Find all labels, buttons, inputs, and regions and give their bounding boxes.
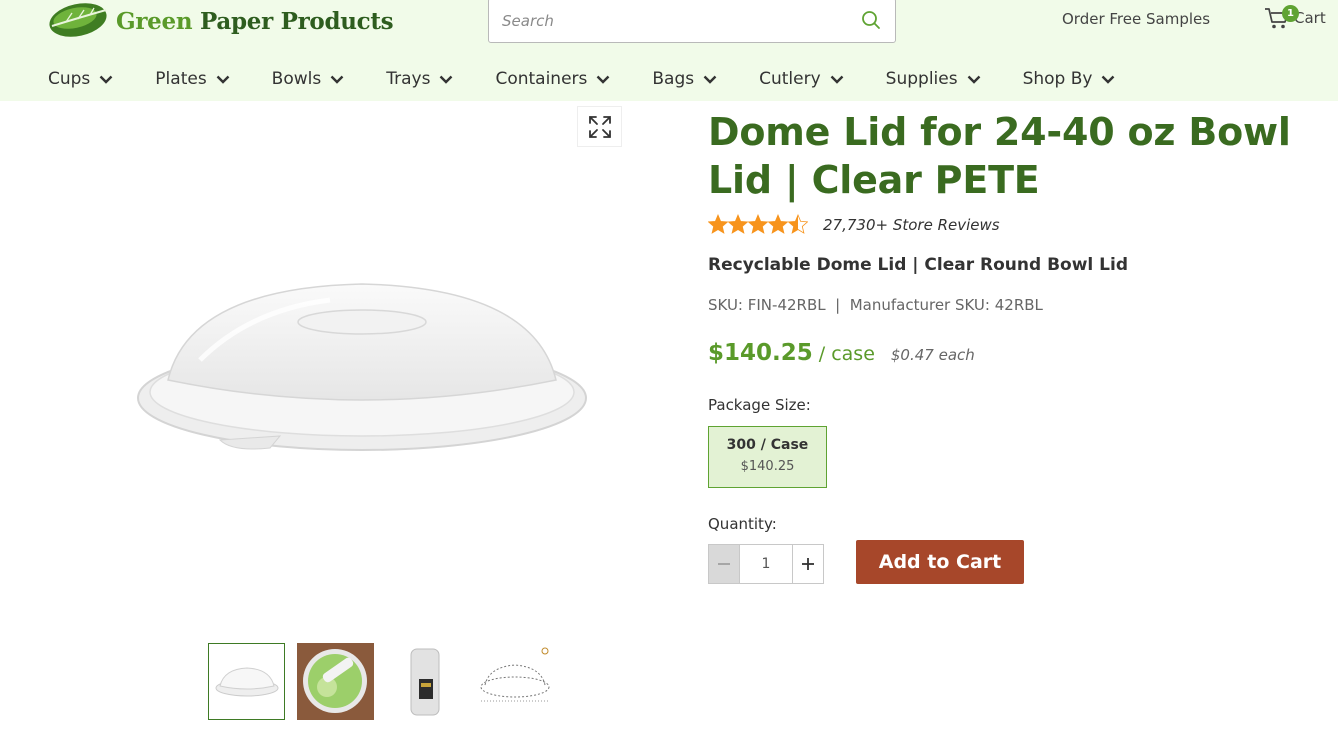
nav-item-label: Cups [48, 69, 91, 89]
nav-item-supplies[interactable]: Supplies [886, 69, 981, 89]
nav-item-label: Bowls [271, 69, 322, 89]
store-reviews-link[interactable]: 27,730+ Store Reviews [823, 216, 1000, 234]
logo-text-green: Green [116, 7, 193, 35]
search-icon[interactable] [861, 10, 881, 30]
nav-item-label: Containers [495, 69, 588, 89]
price-each: $0.47 each [890, 346, 975, 364]
logo[interactable]: Green Paper Products [48, 0, 394, 42]
star-3 [747, 214, 769, 234]
chevron-down-icon [1102, 75, 1115, 84]
search-input[interactable] [489, 0, 829, 42]
rating[interactable]: 27,730+ Store Reviews [708, 214, 1000, 236]
thumbnail-3[interactable] [386, 643, 463, 720]
chevron-down-icon [99, 75, 113, 84]
nav-item-bags[interactable]: Bags [652, 69, 717, 89]
price-row: $140.25 / case $0.47 each [708, 340, 975, 366]
star-1 [708, 214, 729, 234]
thumbnail-1[interactable] [208, 643, 285, 720]
star-rating-icon [708, 214, 808, 234]
cart-count-badge: 1 [1282, 5, 1299, 22]
chevron-down-icon [830, 75, 844, 84]
nav-item-plates[interactable]: Plates [155, 69, 230, 89]
plus-icon [802, 558, 814, 570]
star-5 [787, 214, 808, 234]
package-option-size: 300 / Case [726, 437, 809, 453]
quantity-increase-button[interactable] [792, 545, 823, 583]
nav-item-trays[interactable]: Trays [386, 69, 453, 89]
nav-item-label: Cutlery [759, 69, 821, 89]
chevron-down-icon [440, 75, 453, 84]
nav-item-cups[interactable]: Cups [48, 69, 113, 89]
expand-image-button[interactable] [577, 106, 622, 147]
chevron-down-icon [597, 75, 610, 84]
quantity-label: Quantity: [708, 515, 777, 533]
nav-item-label: Supplies [885, 69, 958, 89]
thumbnail-diagram-image [480, 647, 550, 702]
thumbnail-4[interactable] [475, 643, 552, 720]
thumbnail-stack-image [410, 648, 439, 715]
thumbnail-strip [208, 643, 564, 720]
quantity-decrease-button[interactable] [709, 545, 740, 583]
package-option-price: $140.25 [740, 459, 795, 474]
thumbnail-salad-image [297, 643, 374, 720]
package-option-300-case[interactable]: 300 / Case $140.25 [708, 426, 827, 488]
site-header: Green Paper Products Order Free Samples … [0, 0, 1338, 101]
star-2 [727, 214, 749, 234]
nav-item-label: Plates [155, 69, 207, 89]
nav-item-label: Trays [386, 69, 431, 89]
cart-link[interactable]: 1 Cart [1264, 5, 1326, 30]
quantity-stepper [708, 544, 824, 584]
package-size-label: Package Size: [708, 396, 811, 414]
product-image [137, 283, 587, 451]
main-nav: Cups Plates Bowls Trays Containers Bags … [48, 69, 1157, 89]
expand-icon [588, 115, 611, 138]
nav-item-label: Shop By [1022, 69, 1093, 89]
star-4 [767, 214, 789, 234]
nav-item-shop-by[interactable]: Shop By [1023, 69, 1116, 89]
chevron-down-icon [703, 75, 717, 84]
price-unit: / case [818, 343, 875, 365]
product-title: Dome Lid for 24-40 oz Bowl Lid | Clear P… [708, 110, 1291, 202]
leaf-logo-icon [49, 3, 107, 37]
logo-text-dark: Paper Products [199, 7, 394, 35]
minus-icon [718, 563, 730, 565]
nav-item-bowls[interactable]: Bowls [272, 69, 345, 89]
thumbnail-2[interactable] [297, 643, 374, 720]
product-subtitle: Recyclable Dome Lid | Clear Round Bowl L… [708, 255, 1129, 275]
chevron-down-icon [216, 75, 230, 84]
order-free-samples-link[interactable]: Order Free Samples [1062, 10, 1210, 28]
search-box [488, 0, 896, 43]
nav-item-cutlery[interactable]: Cutlery [759, 69, 844, 89]
nav-item-label: Bags [652, 69, 695, 89]
price: $140.25 [708, 340, 813, 366]
thumbnail-lid-image [215, 666, 278, 696]
chevron-down-icon [967, 75, 980, 84]
quantity-input[interactable] [740, 545, 792, 583]
chevron-down-icon [330, 75, 344, 84]
nav-item-containers[interactable]: Containers [495, 69, 610, 89]
sku-text: SKU: FIN-42RBL | Manufacturer SKU: 42RBL [708, 296, 1043, 314]
add-to-cart-button[interactable]: Add to Cart [856, 540, 1024, 584]
